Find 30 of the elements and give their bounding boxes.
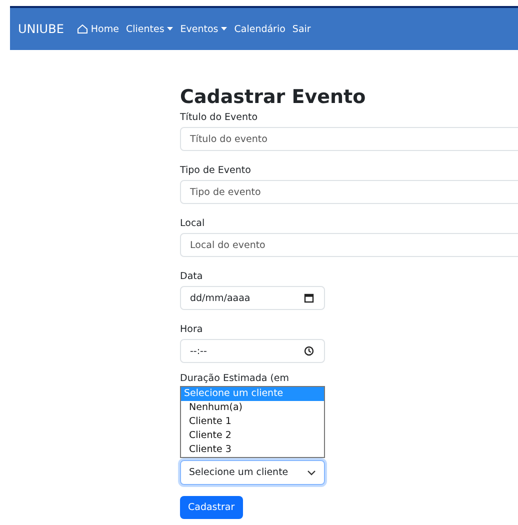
field-label: Título do Evento: [180, 112, 259, 124]
input-field[interactable]: dd/mm/aaaa: [180, 286, 325, 310]
nav-link[interactable]: Sair: [292, 24, 311, 34]
field-label: Local: [180, 218, 206, 230]
calendar-icon[interactable]: [304, 293, 314, 303]
clock-icon[interactable]: [304, 346, 314, 356]
nav-link[interactable]: Calendário: [234, 24, 286, 34]
nav-link[interactable]: Eventos: [180, 24, 228, 34]
nav-link[interactable]: Home: [76, 24, 119, 34]
dropdown-option[interactable]: Cliente 1: [181, 415, 324, 429]
input-field[interactable]: Local do evento: [180, 233, 518, 257]
caret-icon: [221, 27, 228, 31]
field-label: Hora: [180, 324, 204, 336]
input-field[interactable]: --:--: [180, 339, 325, 363]
field-label: Data: [180, 271, 204, 283]
home-icon: [76, 24, 88, 34]
dropdown-option[interactable]: Nenhum(a): [181, 401, 324, 415]
brand-link[interactable]: UNIUBE: [18, 22, 64, 36]
nav-link[interactable]: Clientes: [126, 24, 174, 34]
dropdown-option[interactable]: Cliente 2: [181, 429, 324, 443]
field-label: Duração Estimada (em: [180, 373, 290, 385]
field-label: Tipo de Evento: [180, 165, 252, 177]
caret-icon: [167, 27, 174, 31]
chevron-icon: [307, 470, 316, 476]
form-title: Cadastrar Evento: [180, 86, 367, 108]
client-select[interactable]: Selecione um cliente: [180, 460, 325, 485]
input-field[interactable]: Tipo de evento: [180, 180, 518, 204]
input-field[interactable]: Título do evento: [180, 127, 518, 151]
submit-button[interactable]: Cadastrar: [180, 496, 243, 519]
dropdown-option[interactable]: Cliente 3: [181, 443, 324, 457]
